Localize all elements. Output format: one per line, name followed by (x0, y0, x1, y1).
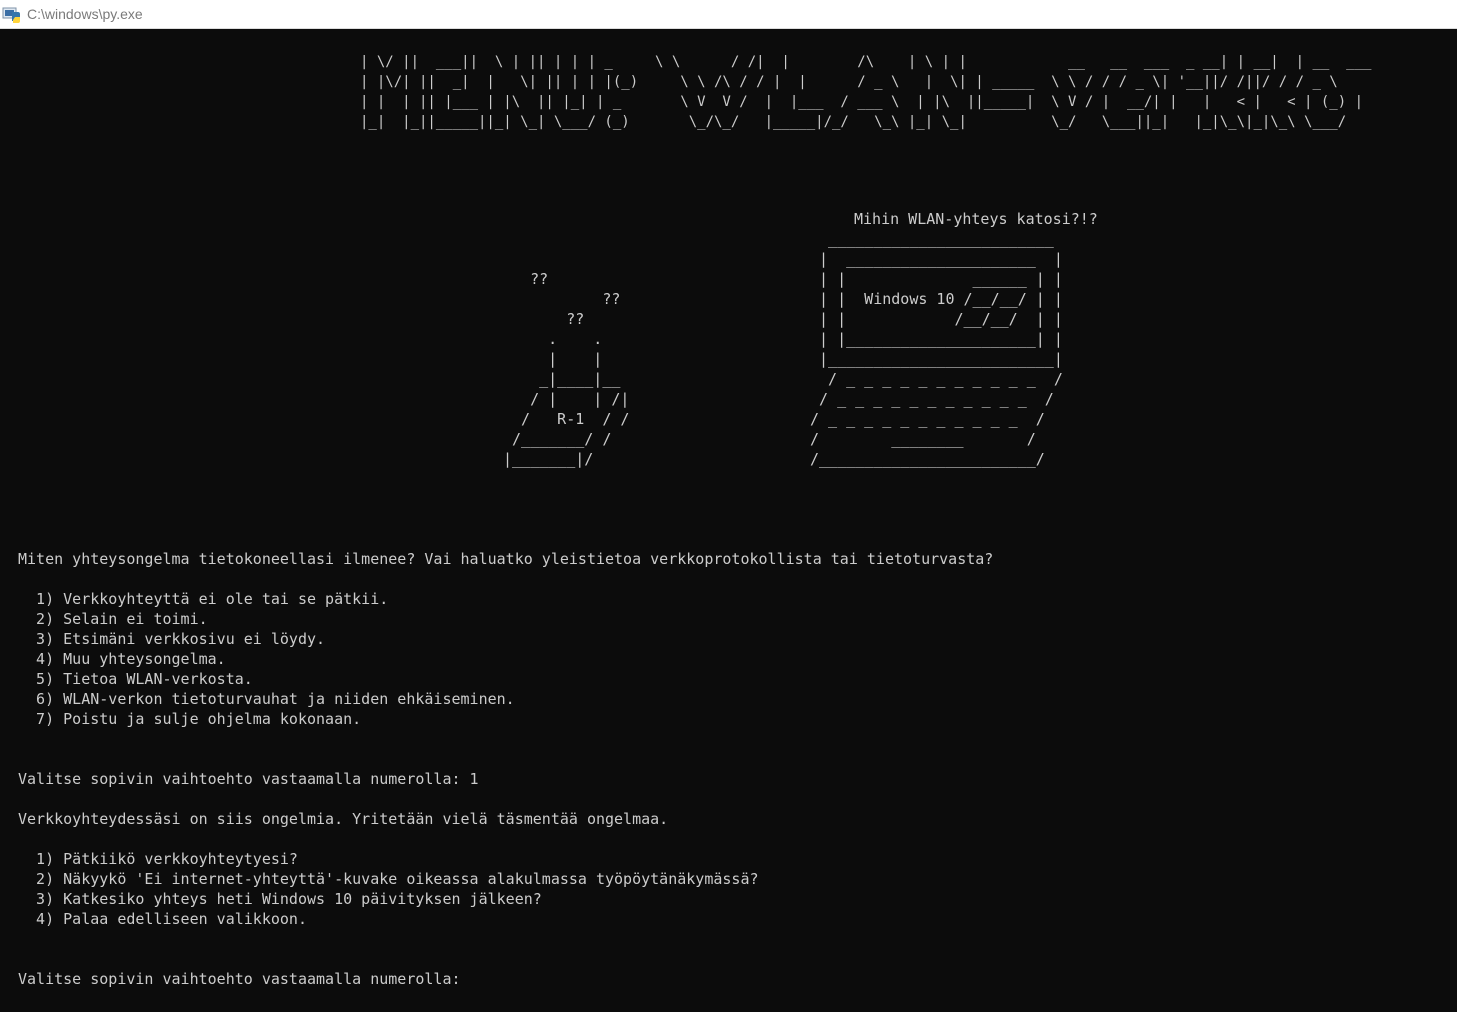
console-line: Valitse sopivin vaihtoehto vastaamalla n… (18, 970, 461, 988)
console-line: 1) Pätkiikö verkkoyhteytyesi? (18, 850, 298, 868)
menu-banner-ascii-art: | \/ || ___|| \ | || | | | _ \ \ / /| | … (360, 54, 1372, 130)
console-line: 7) Poistu ja sulje ohjelma kokonaan. (18, 710, 362, 728)
console-output[interactable]: | \/ || ___|| \ | || | | | _ \ \ / /| | … (0, 29, 1457, 1012)
python-launcher-icon (2, 7, 20, 23)
console-line: 2) Selain ei toimi. (18, 610, 208, 628)
console-line: 3) Etsimäni verkkosivu ei löydy. (18, 630, 326, 648)
console-line: Valitse sopivin vaihtoehto vastaamalla n… (18, 770, 479, 788)
ascii-art-caption: Mihin WLAN-yhteys katosi?!? (854, 210, 1098, 228)
console-line: Verkkoyhteydessäsi on siis ongelmia. Yri… (18, 810, 669, 828)
router-ascii-art: ?? ?? ?? . . | | _|____|__ / | | /| / R-… (503, 270, 630, 468)
console-line: 5) Tietoa WLAN-verkosta. (18, 670, 253, 688)
console-line: 6) WLAN-verkon tietoturvauhat ja niiden … (18, 690, 515, 708)
window-titlebar[interactable]: C:\windows\py.exe (0, 0, 1457, 29)
console-line: 3) Katkesiko yhteys heti Windows 10 päiv… (18, 890, 542, 908)
laptop-ascii-art: _________________________ | ____________… (810, 230, 1063, 468)
console-line: Miten yhteysongelma tietokoneellasi ilme… (18, 550, 994, 568)
console-line: 4) Palaa edelliseen valikkoon. (18, 910, 307, 928)
console-line: 4) Muu yhteysongelma. (18, 650, 226, 668)
window-title: C:\windows\py.exe (27, 6, 143, 22)
console-transcript: Miten yhteysongelma tietokoneellasi ilme… (18, 549, 993, 989)
console-line: 1) Verkkoyhteyttä ei ole tai se pätkii. (18, 590, 389, 608)
console-line: 2) Näkyykö 'Ei internet-yhteyttä'-kuvake… (18, 870, 759, 888)
